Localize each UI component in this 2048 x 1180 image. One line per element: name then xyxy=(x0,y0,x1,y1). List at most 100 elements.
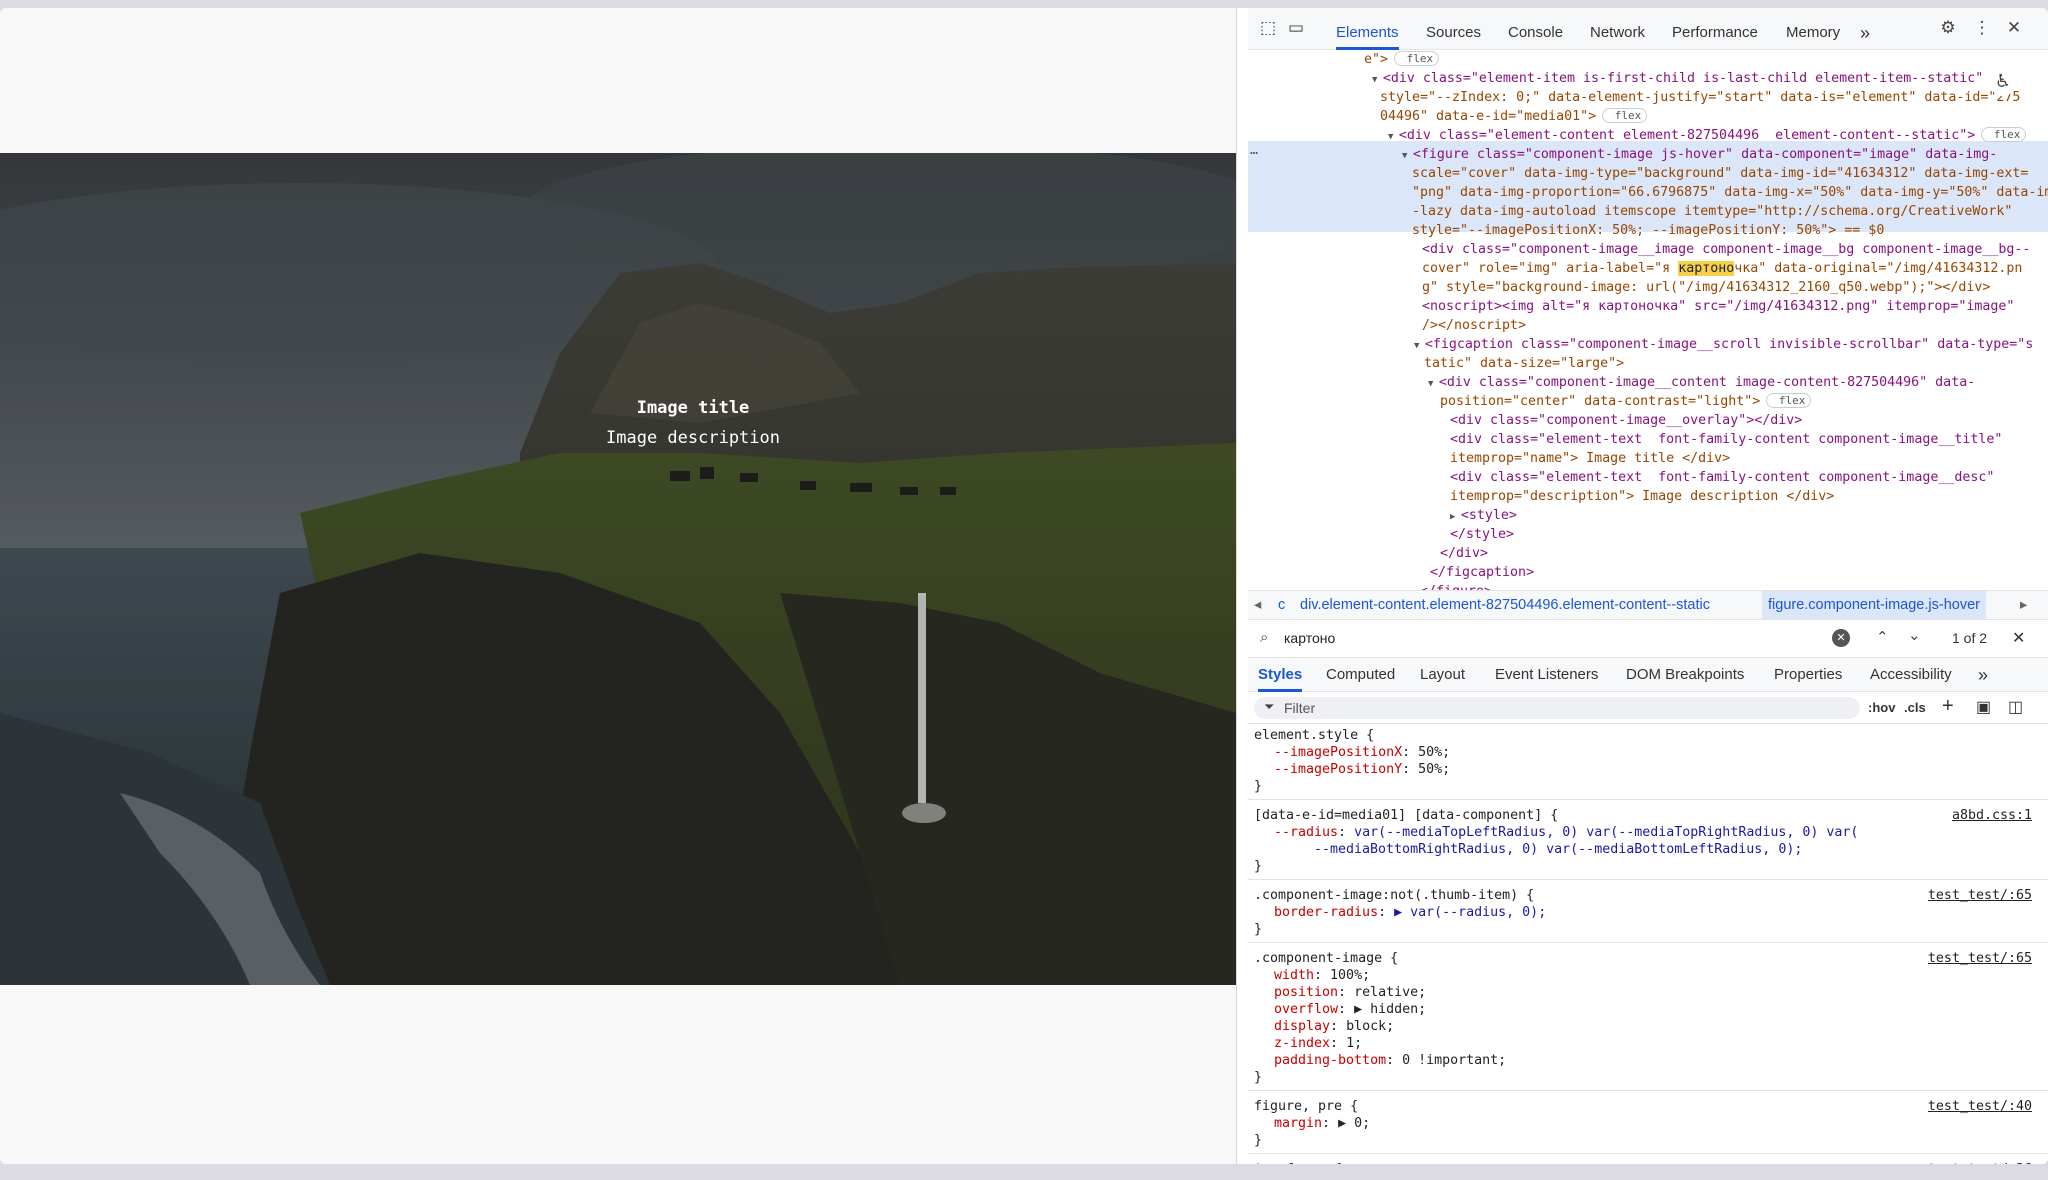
cls-toggle[interactable]: .cls xyxy=(1904,700,1926,715)
dom-line[interactable]: </figure> xyxy=(1420,582,1492,590)
tab-elements[interactable]: Elements xyxy=(1336,16,1399,50)
dom-line[interactable]: 04496" data-e-id="media01"> flex xyxy=(1380,107,1648,126)
dom-line[interactable]: style="--zIndex: 0;" data-element-justif… xyxy=(1380,88,2020,107)
dom-line[interactable]: -lazy data-img-autoload itemscope itemty… xyxy=(1412,202,2012,221)
breadcrumb-item-1[interactable]: div.element-content.element-827504496.el… xyxy=(1300,591,1710,619)
style-rule[interactable]: [data-e-id=media01] [data-component] {a8… xyxy=(1248,804,2048,880)
more-subtabs-button[interactable]: » xyxy=(1978,658,1988,692)
style-declaration[interactable]: z-index: 1; xyxy=(1274,1035,1362,1052)
dom-line[interactable]: <div class="component-image__image compo… xyxy=(1422,240,2030,259)
rule-source-link[interactable]: a8bd.css:1 xyxy=(1952,807,2032,824)
rule-source-link[interactable]: test_test/:36 xyxy=(1928,1161,2032,1164)
next-match-icon[interactable]: ⌄ xyxy=(1908,626,1921,644)
dom-line[interactable]: itemprop="description"> Image descriptio… xyxy=(1450,487,1834,506)
tab-sources[interactable]: Sources xyxy=(1426,16,1481,50)
dom-line[interactable]: e"> flex xyxy=(1364,50,1440,69)
toggle-sidebar-icon[interactable]: ◫ xyxy=(2008,697,2023,717)
dom-tree[interactable]: … e"> flex ▼ <div class="element-item is-… xyxy=(1248,50,2048,590)
flex-badge[interactable]: flex xyxy=(1981,127,2027,142)
tab-console[interactable]: Console xyxy=(1508,16,1563,50)
dom-line[interactable]: itemprop="name"> Image title </div> xyxy=(1450,449,1730,468)
dom-line[interactable]: <div class="component-image__overlay"></… xyxy=(1450,411,1802,430)
subtab-accessibility[interactable]: Accessibility xyxy=(1870,658,1952,692)
dom-line[interactable]: </style> xyxy=(1450,525,1514,544)
flex-badge[interactable]: flex xyxy=(1602,108,1648,123)
close-devtools-icon[interactable]: ✕ xyxy=(2002,16,2026,40)
dom-line[interactable]: ▼ <figcaption class="component-image__sc… xyxy=(1414,335,2033,356)
accessibility-icon[interactable]: ♿ xyxy=(1990,70,2016,96)
subtab-computed[interactable]: Computed xyxy=(1326,658,1395,692)
dom-line[interactable]: g" style="background-image: url("/img/41… xyxy=(1422,278,1990,297)
style-declaration[interactable]: display: block; xyxy=(1274,1018,1394,1035)
flex-badge[interactable]: flex xyxy=(1766,393,1812,408)
flex-badge[interactable]: flex xyxy=(1394,51,1440,66)
settings-gear-icon[interactable]: ⚙ xyxy=(1936,16,1960,40)
expand-triangle-icon[interactable]: ▶ xyxy=(1450,512,1461,522)
dom-line[interactable]: scale="cover" data-img-type="background"… xyxy=(1412,164,2028,183)
dom-line[interactable]: "png" data-img-proportion="66.6796875" d… xyxy=(1412,183,2048,202)
subtab-properties[interactable]: Properties xyxy=(1774,658,1842,692)
dom-line[interactable]: <noscript><img alt="я картоночка" src="/… xyxy=(1422,297,2014,316)
dom-line[interactable]: <div class="element-text font-family-con… xyxy=(1450,430,2002,449)
dom-line[interactable]: </figcaption> xyxy=(1430,563,1534,582)
style-rule[interactable]: .component-image {test_test/:65 width: 10… xyxy=(1248,947,2048,1091)
breadcrumb-item-current[interactable]: figure.component-image.js-hover xyxy=(1762,591,1986,619)
breadcrumb-item-0[interactable]: c xyxy=(1278,591,1285,619)
breadcrumb-scroll-right-icon[interactable]: ▸ xyxy=(2020,591,2027,619)
style-declaration[interactable]: --imagePositionY: 50%; xyxy=(1274,761,1450,778)
collapse-triangle-icon[interactable]: ▼ xyxy=(1372,75,1383,85)
style-declaration[interactable]: width: 100%; xyxy=(1274,967,1370,984)
inspect-element-icon[interactable]: ⬚ xyxy=(1256,16,1280,40)
style-declaration[interactable]: overflow: ▶ hidden; xyxy=(1274,1001,1426,1018)
dom-line[interactable]: position="center" data-contrast="light">… xyxy=(1440,392,1812,411)
subtab-layout[interactable]: Layout xyxy=(1420,658,1465,692)
dom-line[interactable]: style="--imagePositionX: 50%; --imagePos… xyxy=(1412,221,1884,240)
dom-line[interactable]: ▼ <div class="component-image__content i… xyxy=(1428,373,1975,394)
rendering-emulation-icon[interactable]: ▣ xyxy=(1976,697,1991,717)
collapse-triangle-icon[interactable]: ▼ xyxy=(1414,341,1425,351)
more-tabs-button[interactable]: » xyxy=(1860,16,1870,50)
style-declaration[interactable]: --imagePositionX: 50%; xyxy=(1274,744,1450,761)
style-declaration[interactable]: --radius: var(--mediaTopLeftRadius, 0) v… xyxy=(1274,824,1858,841)
dom-line[interactable]: ▼ <div class="element-item is-first-chil… xyxy=(1372,69,1983,90)
device-toolbar-icon[interactable]: ▭ xyxy=(1284,16,1308,40)
tab-network[interactable]: Network xyxy=(1590,16,1645,50)
collapse-triangle-icon[interactable]: ▼ xyxy=(1402,151,1413,161)
style-rule[interactable]: .component-image:not(.thumb-item) {test_… xyxy=(1248,884,2048,943)
rule-source-link[interactable]: test_test/:65 xyxy=(1928,950,2032,967)
dom-line[interactable]: <div class="element-text font-family-con… xyxy=(1450,468,1994,487)
dom-line[interactable]: /></noscript> xyxy=(1422,316,1526,335)
collapse-triangle-icon[interactable]: ▼ xyxy=(1428,379,1439,389)
rule-source-link[interactable]: test_test/:65 xyxy=(1928,887,2032,904)
subtab-dom-breakpoints[interactable]: DOM Breakpoints xyxy=(1626,658,1744,692)
hov-toggle[interactable]: :hov xyxy=(1868,700,1895,715)
dom-line[interactable]: ▼ <figure class="component-image js-hove… xyxy=(1402,145,1997,166)
search-input[interactable]: картоно xyxy=(1284,630,1335,646)
style-declaration[interactable]: --mediaBottomRightRadius, 0) var(--media… xyxy=(1314,841,1802,858)
node-actions-icon[interactable]: … xyxy=(1250,141,1258,160)
style-declaration[interactable]: border-radius: ▶ var(--radius, 0); xyxy=(1274,904,1546,921)
style-rule[interactable]: figure, pre {test_test/:40 margin: ▶ 0;} xyxy=(1248,1095,2048,1154)
more-options-icon[interactable]: ⋮ xyxy=(1970,16,1994,40)
hero-image[interactable] xyxy=(0,153,1236,985)
filter-input[interactable]: ⏷ Filter xyxy=(1254,697,1860,719)
previous-match-icon[interactable]: ⌃ xyxy=(1876,628,1889,646)
dom-line[interactable]: ▼ <div class="element-content element-82… xyxy=(1388,126,2027,147)
subtab-styles[interactable]: Styles xyxy=(1258,658,1303,692)
new-style-rule-icon[interactable]: + xyxy=(1942,695,1954,718)
devtools-resize-handle[interactable] xyxy=(1236,8,1248,1164)
style-rule[interactable]: *, :focus {test_test/:36outline: ▶ none;… xyxy=(1248,1158,2048,1164)
style-declaration[interactable]: margin: ▶ 0; xyxy=(1274,1115,1370,1132)
clear-search-icon[interactable]: ✕ xyxy=(1832,629,1850,647)
tab-memory[interactable]: Memory xyxy=(1786,16,1840,50)
breadcrumb-scroll-left-icon[interactable]: ◂ xyxy=(1254,591,1261,619)
dom-line[interactable]: cover" role="img" aria-label="я картоноч… xyxy=(1422,259,2022,278)
close-search-icon[interactable]: ✕ xyxy=(2012,628,2025,648)
subtab-event-listeners[interactable]: Event Listeners xyxy=(1495,658,1598,692)
style-declaration[interactable]: position: relative; xyxy=(1274,984,1426,1001)
dom-line[interactable]: tatic" data-size="large"> xyxy=(1424,354,1624,373)
collapse-triangle-icon[interactable]: ▼ xyxy=(1388,132,1399,142)
style-declaration[interactable]: padding-bottom: 0 !important; xyxy=(1274,1052,1506,1069)
rule-source-link[interactable]: test_test/:40 xyxy=(1928,1098,2032,1115)
style-rule[interactable]: element.style {--imagePositionX: 50%; --i… xyxy=(1248,724,2048,800)
